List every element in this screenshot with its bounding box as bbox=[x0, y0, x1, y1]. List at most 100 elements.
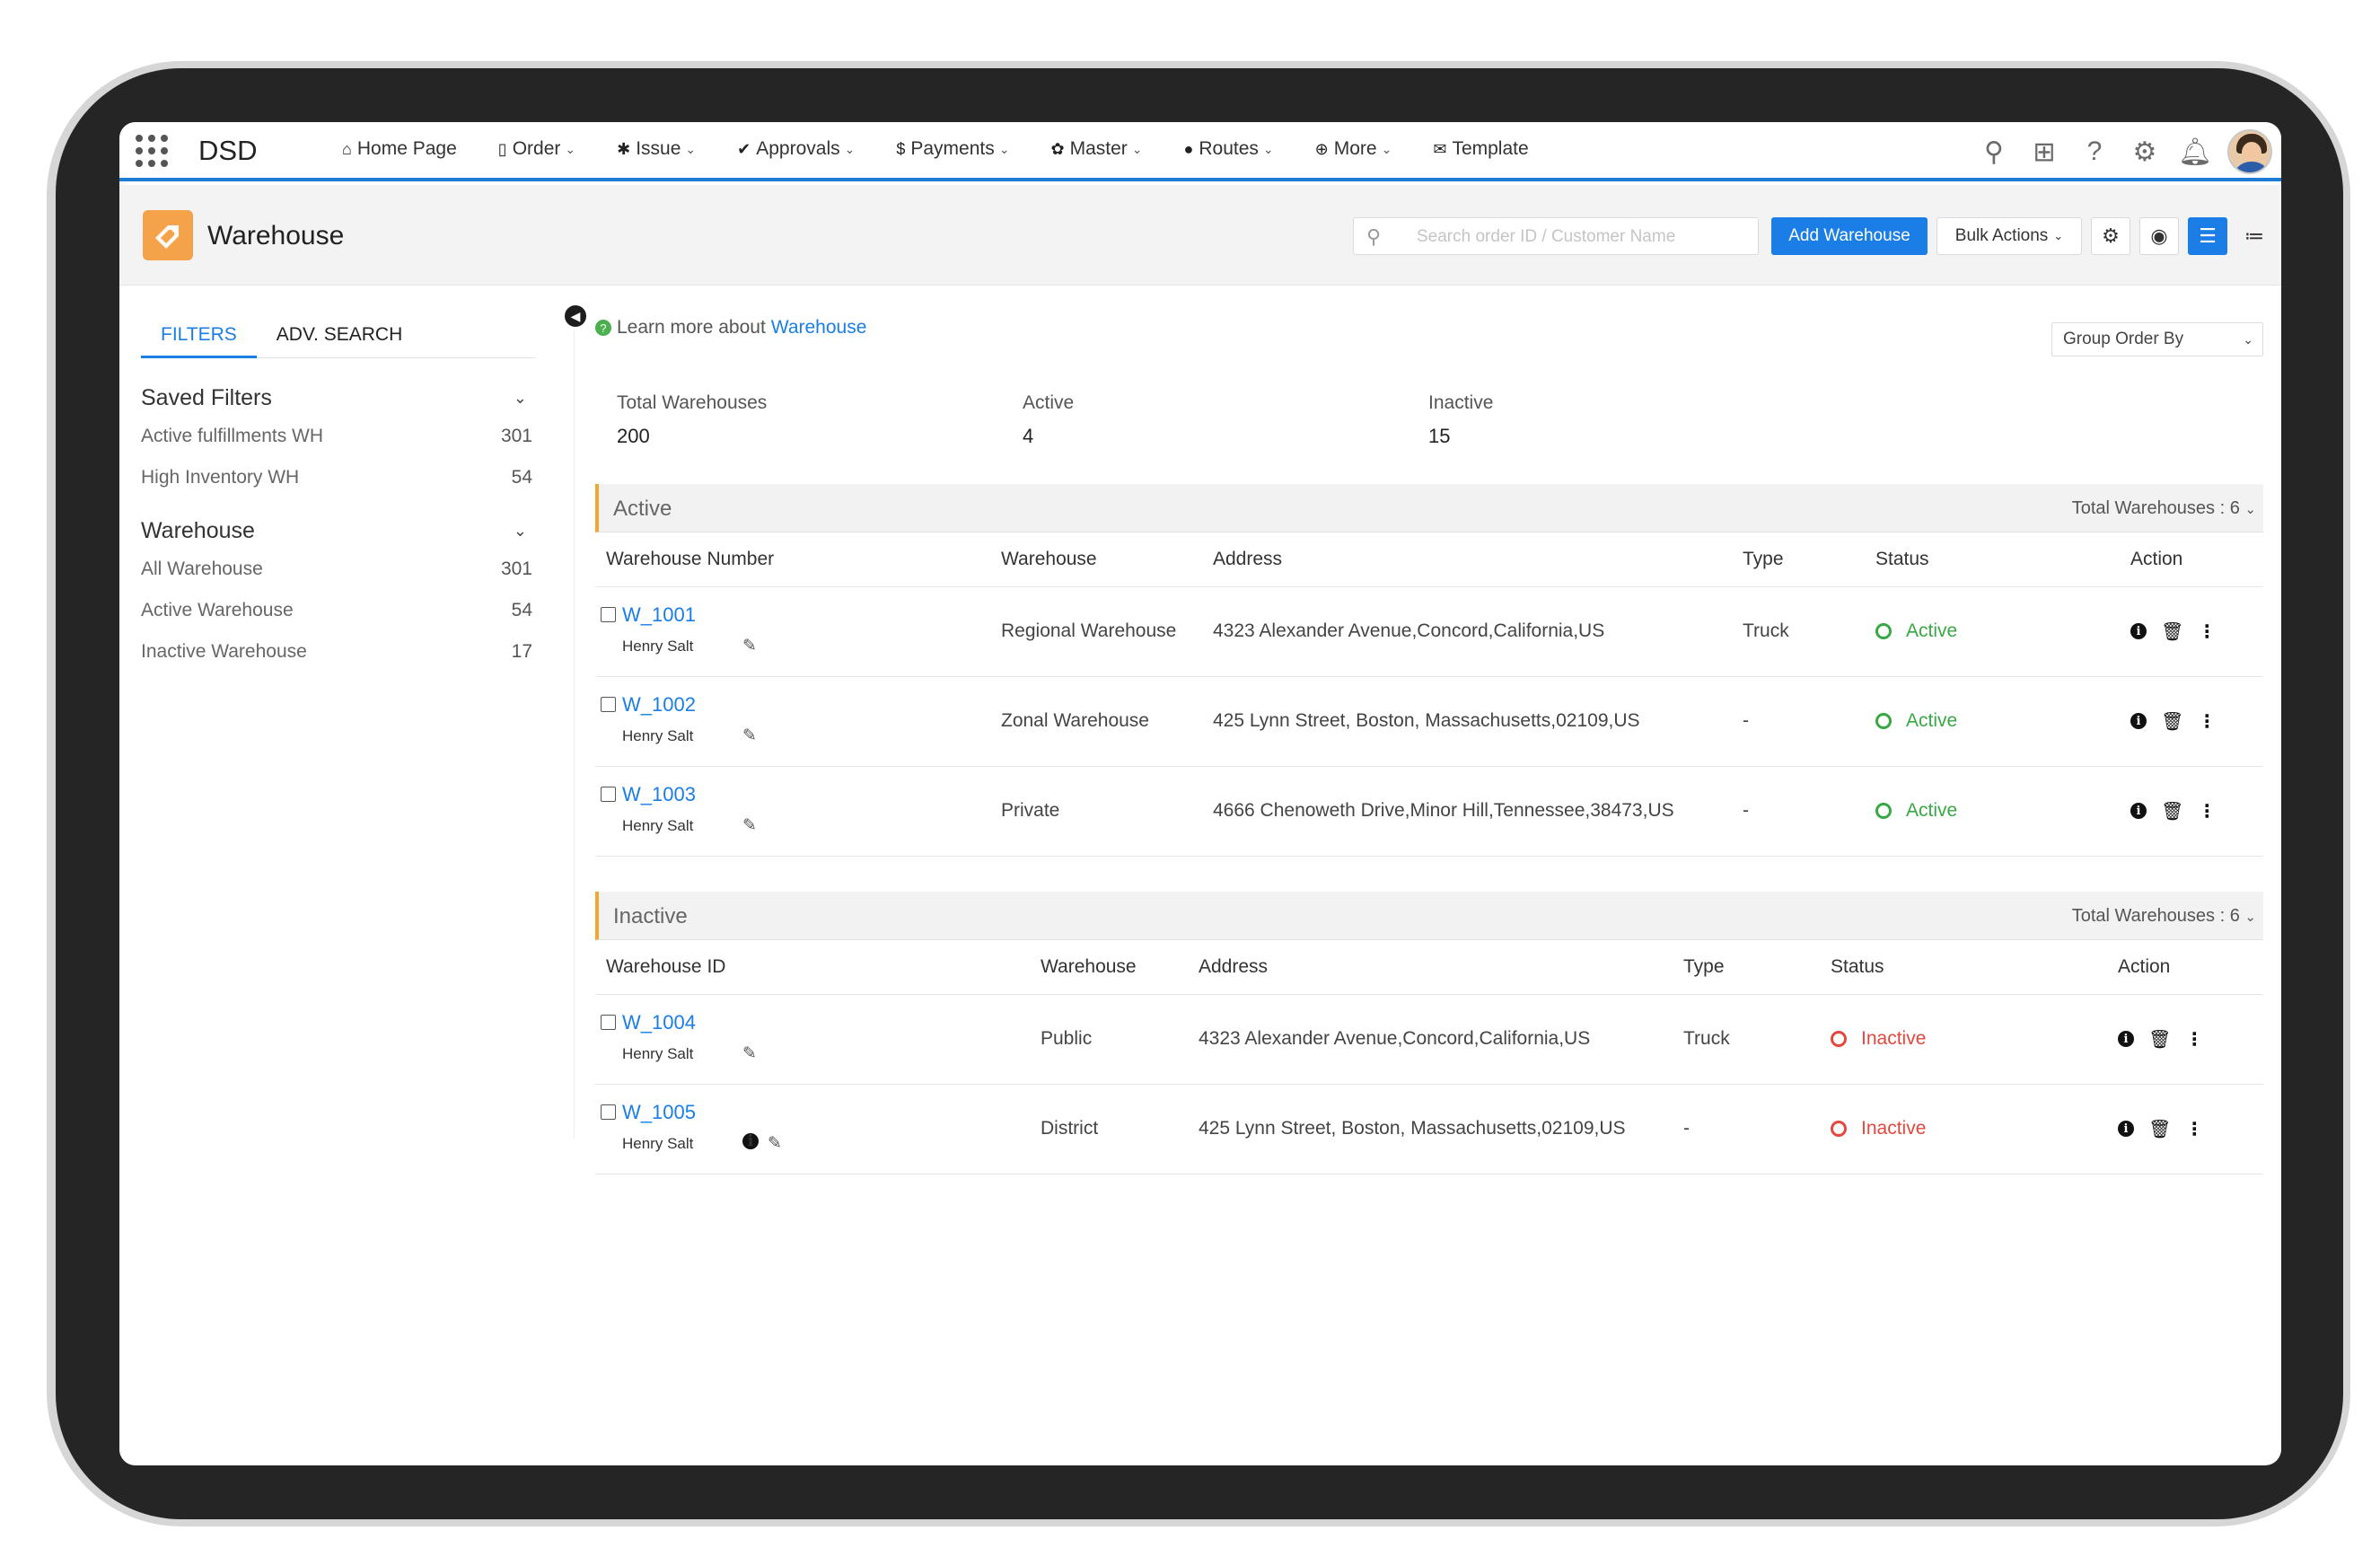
status-badge: Active bbox=[1875, 710, 2120, 732]
nav-item-routes[interactable]: ● Routes ⌄ bbox=[1184, 138, 1274, 160]
dollar-icon: $ bbox=[896, 139, 906, 158]
row-checkbox[interactable] bbox=[601, 606, 616, 622]
more-vertical-icon[interactable]: ⋮ bbox=[2198, 620, 2216, 643]
warehouse-name: District bbox=[1030, 1084, 1188, 1174]
stat-value: 15 bbox=[1428, 425, 1451, 447]
sidebar-item-inactive-warehouse[interactable]: Inactive Warehouse 17 bbox=[141, 631, 536, 673]
more-vertical-icon[interactable]: ⋮ bbox=[2185, 1118, 2203, 1140]
more-vertical-icon[interactable]: ⋮ bbox=[2185, 1028, 2203, 1051]
trash-icon[interactable]: 🗑︎ bbox=[2161, 710, 2183, 733]
eye-icon[interactable]: ◉ bbox=[2139, 217, 2179, 255]
warehouse-id-link[interactable]: W_1005 bbox=[622, 1101, 696, 1124]
sidebar-divider bbox=[574, 330, 575, 1139]
tab-filters[interactable]: FILTERS bbox=[141, 317, 257, 358]
avatar[interactable] bbox=[2227, 129, 2272, 174]
filter-count: 54 bbox=[511, 600, 532, 620]
warehouse-id-link[interactable]: W_1002 bbox=[622, 693, 696, 717]
nav-item-master[interactable]: ✿ Master ⌄ bbox=[1050, 138, 1142, 160]
row-checkbox[interactable] bbox=[601, 1014, 616, 1030]
bell-icon[interactable]: 🔔︎ bbox=[2170, 129, 2220, 174]
more-vertical-icon[interactable]: ⋮ bbox=[2198, 800, 2216, 822]
edit-icon[interactable]: ✎ bbox=[742, 815, 757, 836]
help-icon[interactable]: ? bbox=[2069, 129, 2120, 174]
row-actions: i 🗑︎ ⋮ bbox=[2130, 710, 2263, 733]
table-row: W_1003 Henry Salt ✎ Private 4666 Chenoweth D… bbox=[595, 766, 2263, 857]
edit-icon[interactable]: ✎ bbox=[742, 1043, 757, 1064]
settings-icon[interactable]: ⚙ bbox=[2120, 129, 2170, 174]
column-header: Warehouse bbox=[1030, 940, 1188, 995]
app-screen: DSD ⌂ Home Page ▯ Order ⌄ ✱ Issue ⌄ ✔ Approvals ⌄ $… bbox=[119, 122, 2281, 1465]
edit-icon[interactable]: ✎ bbox=[742, 636, 757, 656]
trash-icon[interactable]: 🗑︎ bbox=[2148, 1028, 2171, 1051]
status-cell: Active bbox=[1865, 676, 2120, 767]
list-view-icon[interactable]: ≔ bbox=[2235, 217, 2274, 255]
info-icon[interactable]: i bbox=[742, 1132, 759, 1150]
app-launcher-icon[interactable] bbox=[136, 135, 168, 167]
row-actions: i 🗑︎ ⋮ bbox=[2118, 1118, 2263, 1140]
chevron-down-icon[interactable]: ⌄ bbox=[2244, 910, 2256, 925]
more-vertical-icon[interactable]: ⋮ bbox=[2198, 710, 2216, 733]
learn-more-link[interactable]: Warehouse bbox=[771, 317, 867, 339]
edit-icon[interactable]: ✎ bbox=[742, 726, 757, 746]
owner-name: Henry Salt bbox=[622, 1134, 694, 1152]
trash-icon[interactable]: 🗑︎ bbox=[2161, 620, 2183, 643]
stat-active: Active 4 bbox=[1023, 392, 1428, 448]
info-icon[interactable]: i bbox=[2130, 713, 2147, 729]
nav-item-approvals[interactable]: ✔ Approvals ⌄ bbox=[737, 138, 855, 160]
sidebar-item-active-warehouse[interactable]: Active Warehouse 54 bbox=[141, 590, 536, 631]
bulk-actions-button[interactable]: Bulk Actions ⌄ bbox=[1936, 217, 2082, 255]
nav-item-order[interactable]: ▯ Order ⌄ bbox=[498, 138, 575, 160]
edit-icon[interactable]: ✎ bbox=[768, 1133, 782, 1154]
warehouse-id-link[interactable]: W_1004 bbox=[622, 1011, 696, 1034]
nav-label: Routes bbox=[1199, 138, 1259, 159]
add-warehouse-button[interactable]: Add Warehouse bbox=[1771, 217, 1928, 255]
saved-filters-title: Saved Filters bbox=[141, 384, 272, 410]
row-checkbox[interactable] bbox=[601, 1104, 616, 1120]
warehouse-id-link[interactable]: W_1001 bbox=[622, 603, 696, 627]
saved-filter-item[interactable]: High Inventory WH 54 bbox=[141, 457, 536, 498]
search-icon[interactable]: ⚲ bbox=[1969, 129, 2019, 174]
warehouse-type: - bbox=[1673, 1084, 1820, 1174]
warehouse-address: 425 Lynn Street, Boston, Massachusetts,0… bbox=[1202, 676, 1732, 767]
bulk-actions-label: Bulk Actions bbox=[1954, 226, 2049, 245]
page-title: Warehouse bbox=[207, 221, 345, 251]
collapse-sidebar-icon[interactable]: ◀ bbox=[565, 305, 586, 327]
nav-item-payments[interactable]: $ Payments ⌄ bbox=[896, 138, 1009, 160]
info-icon[interactable]: i bbox=[2130, 803, 2147, 819]
trash-icon[interactable]: 🗑︎ bbox=[2161, 800, 2183, 822]
nav-label: Master bbox=[1069, 138, 1128, 159]
add-icon[interactable]: ⊞ bbox=[2019, 129, 2069, 174]
trash-icon[interactable]: 🗑︎ bbox=[2148, 1118, 2171, 1140]
nav-item-template[interactable]: ✉ Template bbox=[1433, 138, 1528, 160]
info-icon[interactable]: i bbox=[2118, 1031, 2134, 1047]
sidebar-item-all-warehouse[interactable]: All Warehouse 301 bbox=[141, 549, 536, 590]
nav-label: More bbox=[1333, 138, 1377, 159]
warehouse-filter-header[interactable]: Warehouse ⌄ bbox=[141, 513, 536, 549]
nav-item-issue[interactable]: ✱ Issue ⌄ bbox=[617, 138, 696, 160]
chevron-down-icon[interactable]: ⌄ bbox=[2244, 502, 2256, 517]
filter-count: 301 bbox=[500, 559, 532, 579]
row-checkbox[interactable] bbox=[601, 696, 616, 712]
gear-icon: ✿ bbox=[1050, 139, 1065, 158]
inactive-group-header[interactable]: Inactive Total Warehouses : 6 ⌄ bbox=[595, 892, 2263, 940]
info-icon[interactable]: i bbox=[2118, 1121, 2134, 1137]
row-checkbox[interactable] bbox=[601, 786, 616, 802]
nav-item-home-page[interactable]: ⌂ Home Page bbox=[342, 138, 457, 160]
search-input[interactable] bbox=[1417, 224, 1749, 251]
tab-adv-search[interactable]: ADV. SEARCH bbox=[257, 317, 422, 358]
nav-tools: ⚲ ⊞ ? ⚙ 🔔︎ bbox=[1969, 129, 2272, 174]
nav-item-more[interactable]: ⊕ More ⌄ bbox=[1315, 138, 1392, 160]
info-icon[interactable]: i bbox=[2130, 623, 2147, 639]
card-view-icon[interactable]: ☰ bbox=[2188, 217, 2227, 255]
saved-filter-item[interactable]: Active fulfillments WH 301 bbox=[141, 416, 536, 457]
warehouse-name: Regional Warehouse bbox=[990, 586, 1202, 677]
home-icon: ⌂ bbox=[342, 139, 352, 158]
nav-label: Issue bbox=[636, 138, 681, 159]
settings-icon[interactable]: ⚙ bbox=[2091, 217, 2130, 255]
group-order-by-select[interactable]: Group Order By ⌄ bbox=[2051, 322, 2263, 356]
warehouse-id-link[interactable]: W_1003 bbox=[622, 783, 696, 806]
saved-filters-header[interactable]: Saved Filters ⌄ bbox=[141, 380, 536, 416]
table-row: W_1002 Henry Salt ✎ Zonal Warehouse 425 Lynn… bbox=[595, 676, 2263, 767]
warehouse-id-cell: W_1005 Henry Salt i ✎ bbox=[595, 1084, 1030, 1174]
active-group-header[interactable]: Active Total Warehouses : 6 ⌄ bbox=[595, 484, 2263, 532]
